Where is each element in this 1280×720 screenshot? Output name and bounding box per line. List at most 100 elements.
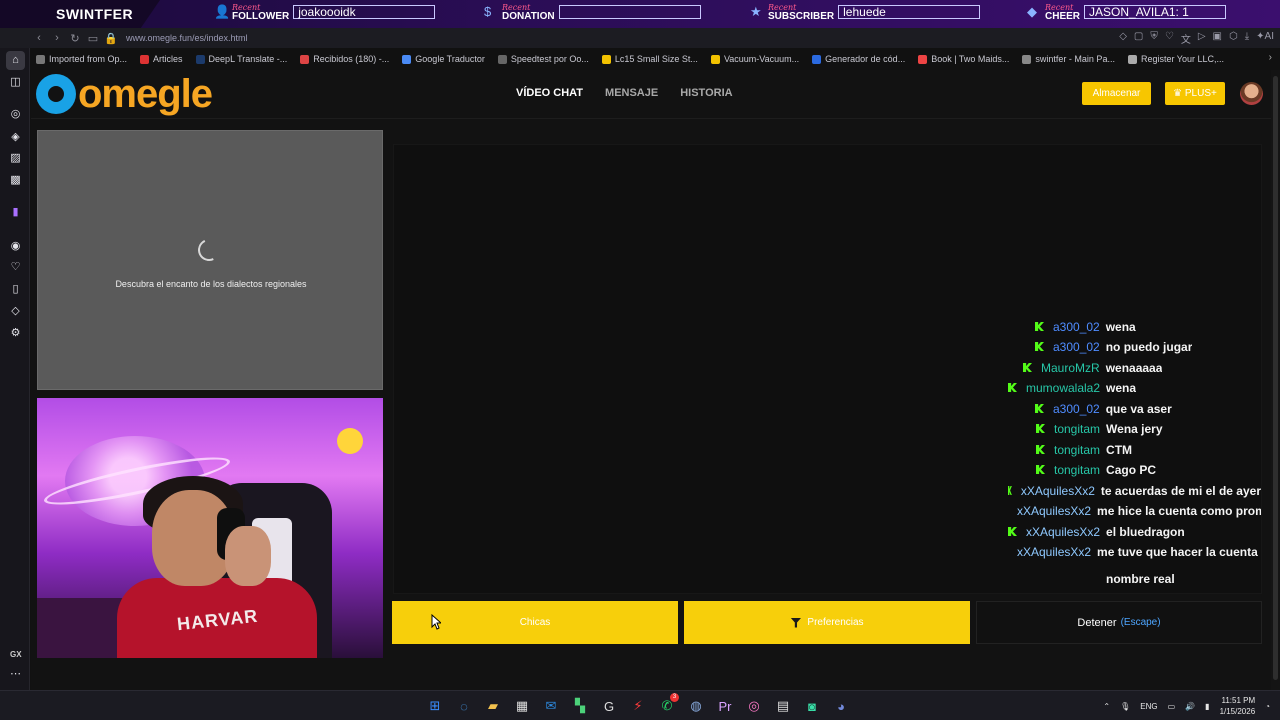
omegle-logo[interactable]: omegle xyxy=(36,74,213,114)
monitor-icon[interactable]: ▭ xyxy=(1168,702,1176,711)
bookmark-item[interactable]: Imported from Op... xyxy=(36,54,127,64)
bookmark-item[interactable]: Vacuum-Vacuum... xyxy=(710,54,799,64)
heart-icon[interactable]: ♡ xyxy=(1165,31,1174,46)
forward-icon[interactable]: › xyxy=(48,32,66,44)
chat-message: xXAquilesXx2 te acuerdas de mi el de ayer xyxy=(1008,484,1261,498)
notes-icon[interactable]: ▯ xyxy=(9,283,22,296)
shield-icon[interactable]: ⛨ xyxy=(1150,31,1158,46)
app-green-icon[interactable]: ▚ xyxy=(570,696,590,716)
wallet-icon[interactable]: ▣ xyxy=(1213,31,1222,46)
whatsapp-icon[interactable]: ✆ 3 xyxy=(657,693,679,716)
bookmark-item[interactable]: swintfer - Main Pa... xyxy=(1022,54,1115,64)
chevron-up-icon[interactable]: ⌃ xyxy=(1103,702,1110,711)
outlook-icon[interactable]: ✉ xyxy=(541,696,561,716)
chevron-right-icon[interactable]: › xyxy=(1269,52,1272,63)
windows-start-icon[interactable]: ⊞ xyxy=(425,696,445,716)
gamepad-icon[interactable]: ◫ xyxy=(9,76,22,89)
kick-icon xyxy=(1035,342,1044,351)
play-icon[interactable]: ▷ xyxy=(1198,31,1206,46)
page-scrollbar[interactable] xyxy=(1271,70,1280,690)
settings-icon[interactable]: ⚙ xyxy=(9,327,22,340)
bookmark-favicon-icon xyxy=(1022,54,1032,64)
logo-mark-icon xyxy=(36,74,76,114)
clock-icon[interactable]: ◎ xyxy=(9,108,22,121)
discord-icon[interactable]: ◕ xyxy=(831,696,851,716)
app-teal-icon[interactable]: ◙ xyxy=(802,696,822,716)
gallery-icon[interactable]: ▨ xyxy=(9,152,22,165)
browser-extension-icons: ◇ ▢ ⛨ ♡ 文 ▷ ▣ ⬡ ⤓ ✦AI xyxy=(1119,31,1280,46)
plus-button[interactable]: ♛ PLUS+ xyxy=(1165,82,1225,105)
chat-message: xXAquilesXx2 me hice la cuenta como prome xyxy=(1008,504,1261,518)
site-nav: VÍDEO CHAT MENSAJE HISTORIA xyxy=(516,87,733,99)
heart-icon[interactable]: ♡ xyxy=(9,261,22,274)
home-icon[interactable]: ⌂ xyxy=(6,51,25,70)
premiere-icon[interactable]: Pr xyxy=(715,696,735,716)
follower-icon: 👤 xyxy=(214,4,231,19)
bookmark-item[interactable]: Generador de cód... xyxy=(812,54,905,64)
translate-icon[interactable]: 文 xyxy=(1181,31,1191,46)
kick-icon xyxy=(1008,486,1012,495)
store-button[interactable]: Almacenar xyxy=(1082,82,1151,105)
store-icon[interactable]: ▦ xyxy=(512,696,532,716)
bookmark-item[interactable]: Register Your LLC,... xyxy=(1127,54,1224,64)
bookmark-favicon-icon xyxy=(300,54,310,64)
bookmark-item[interactable]: Lc15 Small Size St... xyxy=(601,54,698,64)
bookmark-favicon-icon xyxy=(601,54,611,64)
cube-icon[interactable]: ▩ xyxy=(9,174,22,187)
microphone-icon[interactable]: 🎙 xyxy=(1120,702,1130,711)
bookmark-icon[interactable]: ◇ xyxy=(1119,31,1127,46)
cube-outline-icon[interactable]: ◇ xyxy=(9,305,22,318)
nav-tab[interactable]: VÍDEO CHAT xyxy=(516,87,583,99)
scrollbar-thumb[interactable] xyxy=(1273,76,1278,680)
chat-message: tongitam Wena jery xyxy=(1036,422,1163,436)
chat-message: mumowalala2 wena xyxy=(1008,381,1136,395)
download-icon[interactable]: ⤓ xyxy=(1245,31,1249,46)
twitch-icon[interactable]: ▮ xyxy=(9,206,22,219)
bookmark-item[interactable]: Google Traductor xyxy=(402,54,485,64)
player-icon[interactable]: ◉ xyxy=(9,240,22,253)
gem-icon[interactable]: ◈ xyxy=(9,131,22,144)
opera-gx-icon[interactable]: ⚡ xyxy=(628,696,648,716)
star-icon: ★ xyxy=(750,4,762,19)
browser-sidebar: ⌂ ◫ ◎ ◈ ▨ ▩ ▮ ◉ ♡ ▯ ◇ ⚙ GX ⋯ xyxy=(0,48,30,690)
bookmark-item[interactable]: Articles xyxy=(140,54,183,64)
nav-tab[interactable]: HISTORIA xyxy=(680,87,732,99)
extension-icon[interactable]: ⬡ xyxy=(1229,31,1238,46)
app-g-icon[interactable]: G xyxy=(599,696,619,716)
bookmark-favicon-icon xyxy=(195,54,205,64)
app-camera-icon[interactable]: ◎ xyxy=(744,696,764,716)
preferences-button[interactable]: Preferencias xyxy=(684,601,970,644)
chat-text: no puedo jugar xyxy=(1105,340,1193,354)
bookmark-item[interactable]: Recibidos (180) -... xyxy=(300,54,389,64)
url-text[interactable]: www.omegle.fun/es/index.html xyxy=(126,33,248,43)
more-icon[interactable]: ⋯ xyxy=(9,668,22,681)
notifications-icon[interactable]: ◔ xyxy=(1265,702,1270,711)
folder-icon[interactable]: ▰ xyxy=(483,696,503,716)
chat-text: wena xyxy=(1106,381,1137,395)
bookmark-favicon-icon xyxy=(918,54,928,64)
snapshot-icon[interactable]: ▢ xyxy=(1134,31,1143,46)
reload-icon[interactable]: ↻ xyxy=(66,32,84,45)
back-icon[interactable]: ‹ xyxy=(30,32,48,44)
nav-tab[interactable]: MENSAJE xyxy=(605,87,658,99)
language-indicator[interactable]: ENG xyxy=(1140,702,1157,711)
screenshot-icon[interactable]: ▭ xyxy=(84,32,102,45)
search-icon[interactable]: ◌ xyxy=(454,696,474,716)
overlay-recent-follower: 👤 Recent FOLLOWER joakoooidk xyxy=(214,3,436,22)
bookmark-item[interactable]: Book | Two Maids... xyxy=(918,54,1009,64)
browser-icon[interactable]: ◍ xyxy=(686,696,706,716)
chat-message: xXAquilesXx2 me tuve que hacer la cuenta … xyxy=(1008,545,1261,559)
bookmark-favicon-icon xyxy=(710,54,720,64)
whatsapp-badge: 3 xyxy=(670,693,679,702)
battery-icon[interactable]: ▮ xyxy=(1205,702,1209,711)
bookmark-item[interactable]: Speedtest por Oo... xyxy=(497,54,589,64)
app-streamlabs-icon[interactable]: ▤ xyxy=(773,696,793,716)
bookmark-item[interactable]: DeepL Translate -... xyxy=(195,54,287,64)
volume-icon[interactable]: 🔊 xyxy=(1185,702,1195,711)
taskbar-apps: ⊞ ◌ ▰ ▦ ✉ ▚ G ⚡ ✆ 3 ◍ Pr ◎ ▤ ◙ ◕ xyxy=(425,693,851,716)
avatar[interactable] xyxy=(1240,82,1263,105)
bookmark-favicon-icon xyxy=(402,54,412,64)
stop-button[interactable]: Detener (Escape) xyxy=(976,601,1262,644)
clock[interactable]: 11:51 PM 1/15/2026 xyxy=(1220,695,1256,717)
ai-icon[interactable]: ✦AI xyxy=(1256,31,1274,46)
